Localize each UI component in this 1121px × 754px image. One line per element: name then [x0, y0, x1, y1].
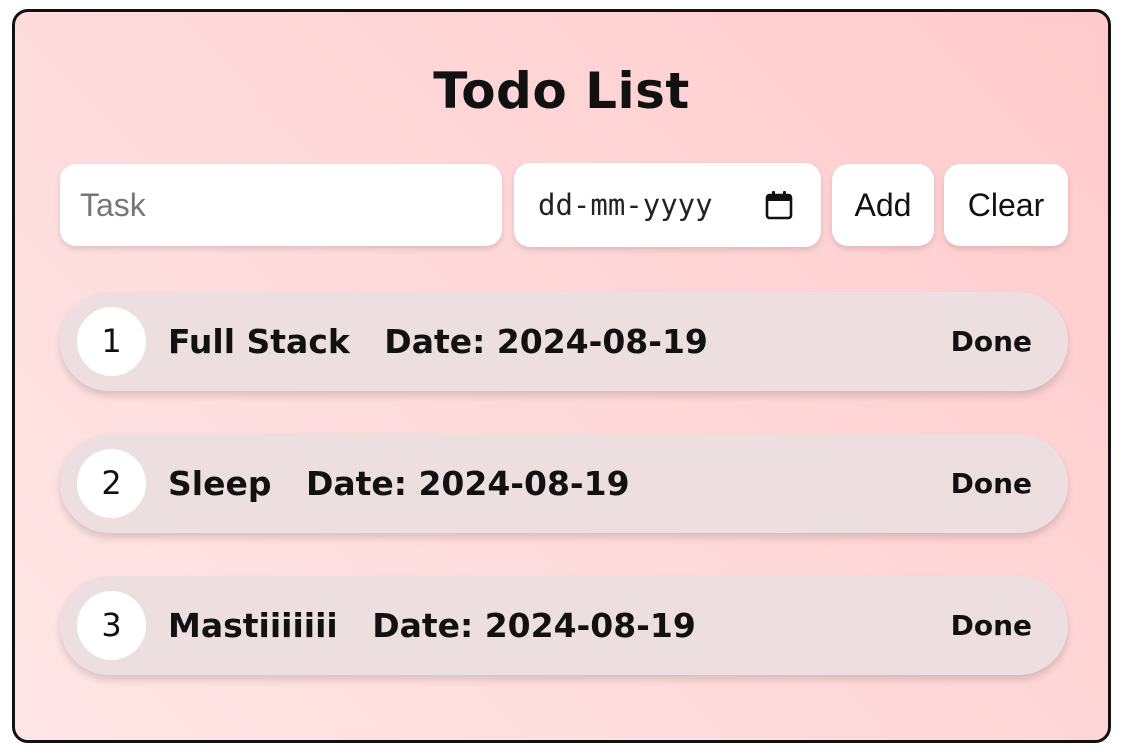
- todo-date: Date: 2024-08-19: [372, 606, 696, 645]
- todo-date: Date: 2024-08-19: [384, 322, 708, 361]
- date-placeholder: dd-mm-yyyy: [538, 188, 713, 222]
- done-button[interactable]: Done: [951, 292, 1032, 391]
- todo-item-2: 2 Sleep Date: 2024-08-19 Done: [60, 434, 1068, 533]
- todo-text: Mastiiiiiii Date: 2024-08-19: [168, 576, 696, 675]
- todo-task-name: Full Stack: [168, 322, 350, 361]
- todo-text: Sleep Date: 2024-08-19: [168, 434, 630, 533]
- page-title: Todo List: [433, 62, 690, 120]
- add-button[interactable]: Add: [832, 164, 934, 246]
- date-input[interactable]: dd-mm-yyyy: [514, 163, 821, 247]
- todo-index-badge: 1: [77, 307, 146, 376]
- todo-task-name: Sleep: [168, 464, 272, 503]
- todo-item-3: 3 Mastiiiiiii Date: 2024-08-19 Done: [60, 576, 1068, 675]
- task-input[interactable]: [60, 164, 502, 246]
- todo-index-badge: 3: [77, 591, 146, 660]
- calendar-icon[interactable]: [765, 190, 793, 220]
- todo-date: Date: 2024-08-19: [305, 464, 630, 503]
- todo-index-badge: 2: [77, 449, 146, 518]
- todo-item-1: 1 Full Stack Date: 2024-08-19 Done: [60, 292, 1068, 391]
- todo-task-name: Mastiiiiiii: [168, 606, 338, 645]
- done-button[interactable]: Done: [951, 434, 1032, 533]
- todo-card: Todo List dd-mm-yyyy Add Clear 1 Full St…: [12, 9, 1111, 743]
- todo-text: Full Stack Date: 2024-08-19: [168, 292, 708, 391]
- done-button[interactable]: Done: [951, 576, 1032, 675]
- todo-form: dd-mm-yyyy Add Clear: [60, 163, 1070, 247]
- clear-button[interactable]: Clear: [944, 164, 1068, 246]
